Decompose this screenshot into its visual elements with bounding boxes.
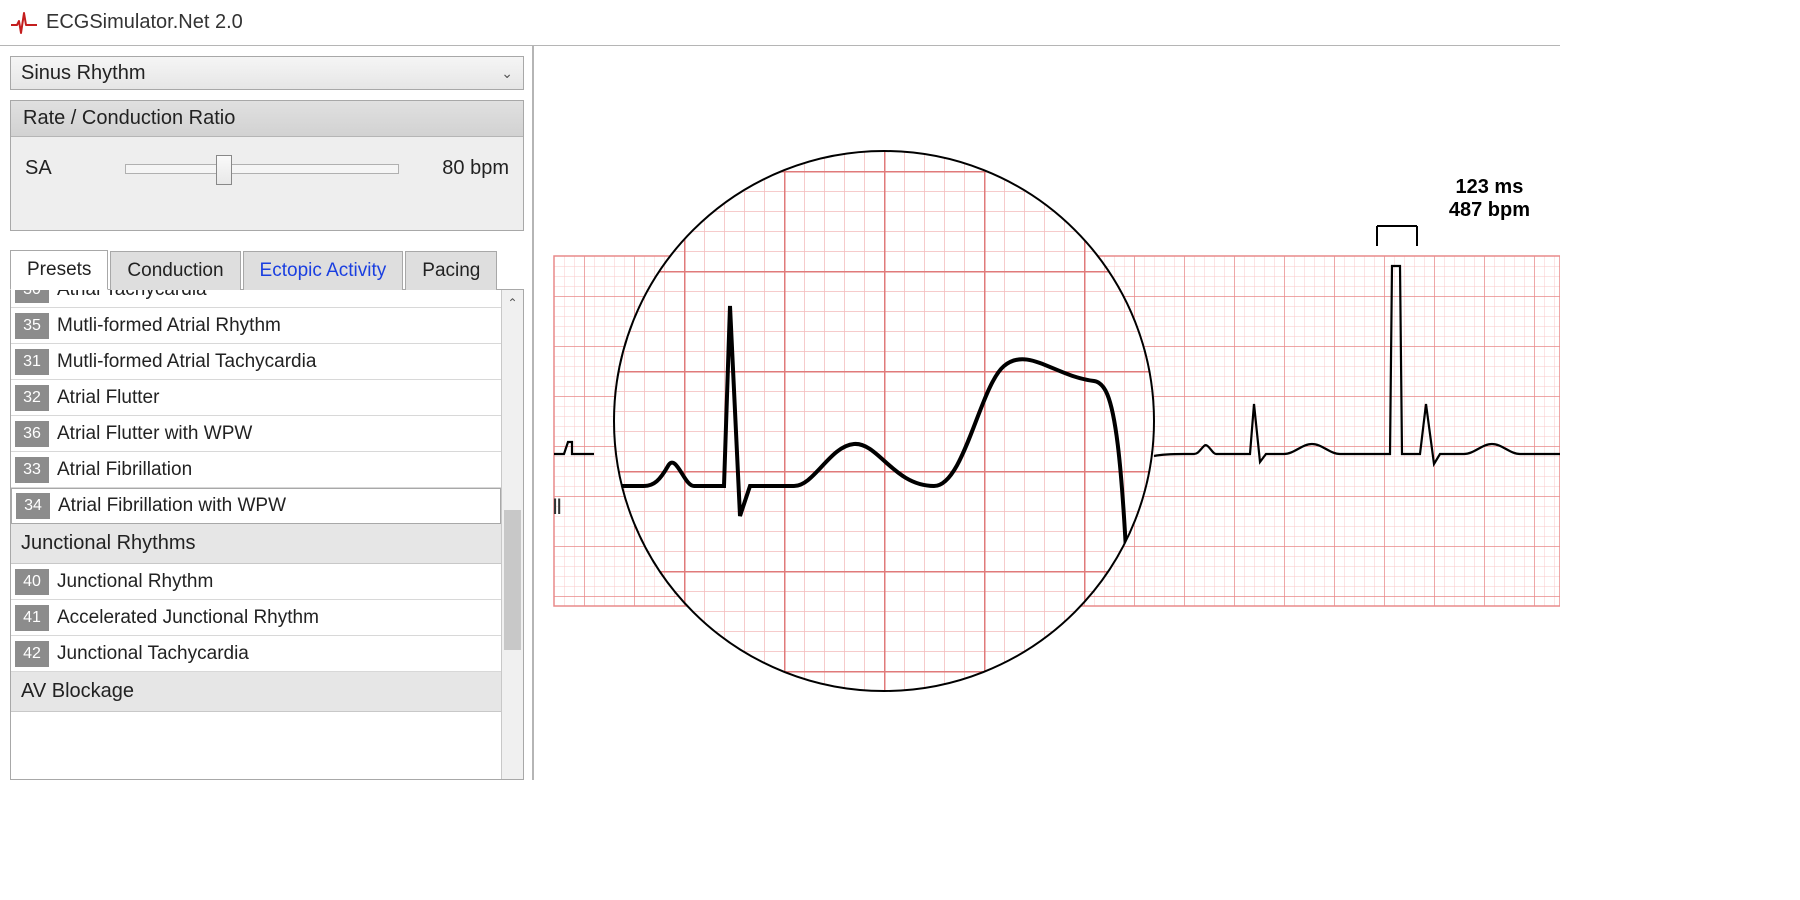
rate-label-sa: SA <box>25 157 105 180</box>
preset-number: 42 <box>15 641 49 667</box>
preset-item[interactable]: 32 Atrial Flutter <box>11 380 501 416</box>
rhythm-dropdown-value: Sinus Rhythm <box>21 62 146 85</box>
preset-number: 41 <box>15 605 49 631</box>
preset-item[interactable]: 30 Atrial Tachycardia <box>11 290 501 308</box>
scroll-thumb[interactable] <box>504 510 521 650</box>
app-title: ECGSimulator.Net 2.0 <box>46 11 243 34</box>
chevron-down-icon: ⌄ <box>501 65 513 82</box>
rate-slider[interactable] <box>125 164 399 174</box>
ecg-display[interactable]: 123 ms 487 bpm II <box>534 46 1560 780</box>
preset-item[interactable]: 33 Atrial Fibrillation <box>11 452 501 488</box>
preset-label: Atrial Flutter with WPW <box>57 423 252 445</box>
preset-label: Atrial Fibrillation <box>57 459 192 481</box>
preset-item[interactable]: 36 Atrial Flutter with WPW <box>11 416 501 452</box>
preset-number: 34 <box>16 493 50 519</box>
preset-number: 36 <box>15 421 49 447</box>
preset-list: 30 Atrial Tachycardia 35 Mutli-formed At… <box>11 290 501 779</box>
preset-scrollbar[interactable]: ⌃ <box>501 290 523 779</box>
rate-slider-thumb[interactable] <box>216 155 232 185</box>
scroll-up-icon[interactable]: ⌃ <box>502 296 523 310</box>
preset-label: Mutli-formed Atrial Rhythm <box>57 315 281 337</box>
preset-label: Junctional Tachycardia <box>57 643 249 665</box>
control-panel: Sinus Rhythm ⌄ Rate / Conduction Ratio S… <box>0 46 534 780</box>
preset-label: Accelerated Junctional Rhythm <box>57 607 319 629</box>
preset-label: Atrial Fibrillation with WPW <box>58 495 286 517</box>
preset-item[interactable]: 42 Junctional Tachycardia <box>11 636 501 672</box>
preset-section-header: Junctional Rhythms <box>11 524 501 564</box>
preset-label: Mutli-formed Atrial Tachycardia <box>57 351 316 373</box>
preset-number: 32 <box>15 385 49 411</box>
preset-number: 33 <box>15 457 49 483</box>
app-logo-icon <box>10 9 38 37</box>
preset-label: Atrial Tachycardia <box>57 290 207 301</box>
rhythm-dropdown[interactable]: Sinus Rhythm ⌄ <box>10 56 524 90</box>
preset-item-selected[interactable]: 34 Atrial Fibrillation with WPW <box>11 488 501 524</box>
ecg-canvas[interactable] <box>534 46 1560 780</box>
tab-conduction[interactable]: Conduction <box>110 251 240 290</box>
tab-bar: Presets Conduction Ectopic Activity Paci… <box>10 249 524 290</box>
title-bar: ECGSimulator.Net 2.0 <box>0 0 1560 46</box>
preset-label: Junctional Rhythm <box>57 571 213 593</box>
preset-label: Atrial Flutter <box>57 387 159 409</box>
tab-pacing[interactable]: Pacing <box>405 251 497 290</box>
preset-item[interactable]: 41 Accelerated Junctional Rhythm <box>11 600 501 636</box>
preset-section-header: AV Blockage <box>11 672 501 712</box>
preset-list-container: 30 Atrial Tachycardia 35 Mutli-formed At… <box>10 290 524 780</box>
rate-value: 80 bpm <box>419 157 509 180</box>
rate-panel-header: Rate / Conduction Ratio <box>11 101 523 137</box>
preset-number: 35 <box>15 313 49 339</box>
tab-presets[interactable]: Presets <box>10 250 108 290</box>
measurement-readout: 123 ms 487 bpm <box>1449 176 1530 222</box>
measurement-ms: 123 ms <box>1449 176 1530 199</box>
preset-item[interactable]: 31 Mutli-formed Atrial Tachycardia <box>11 344 501 380</box>
preset-number: 31 <box>15 349 49 375</box>
preset-item[interactable]: 40 Junctional Rhythm <box>11 564 501 600</box>
tab-ectopic-activity[interactable]: Ectopic Activity <box>243 251 404 290</box>
preset-item[interactable]: 35 Mutli-formed Atrial Rhythm <box>11 308 501 344</box>
measurement-bpm: 487 bpm <box>1449 199 1530 222</box>
lead-label: II <box>552 494 560 520</box>
preset-number: 40 <box>15 569 49 595</box>
preset-number: 30 <box>15 290 49 303</box>
rate-panel: Rate / Conduction Ratio SA 80 bpm <box>10 100 524 231</box>
